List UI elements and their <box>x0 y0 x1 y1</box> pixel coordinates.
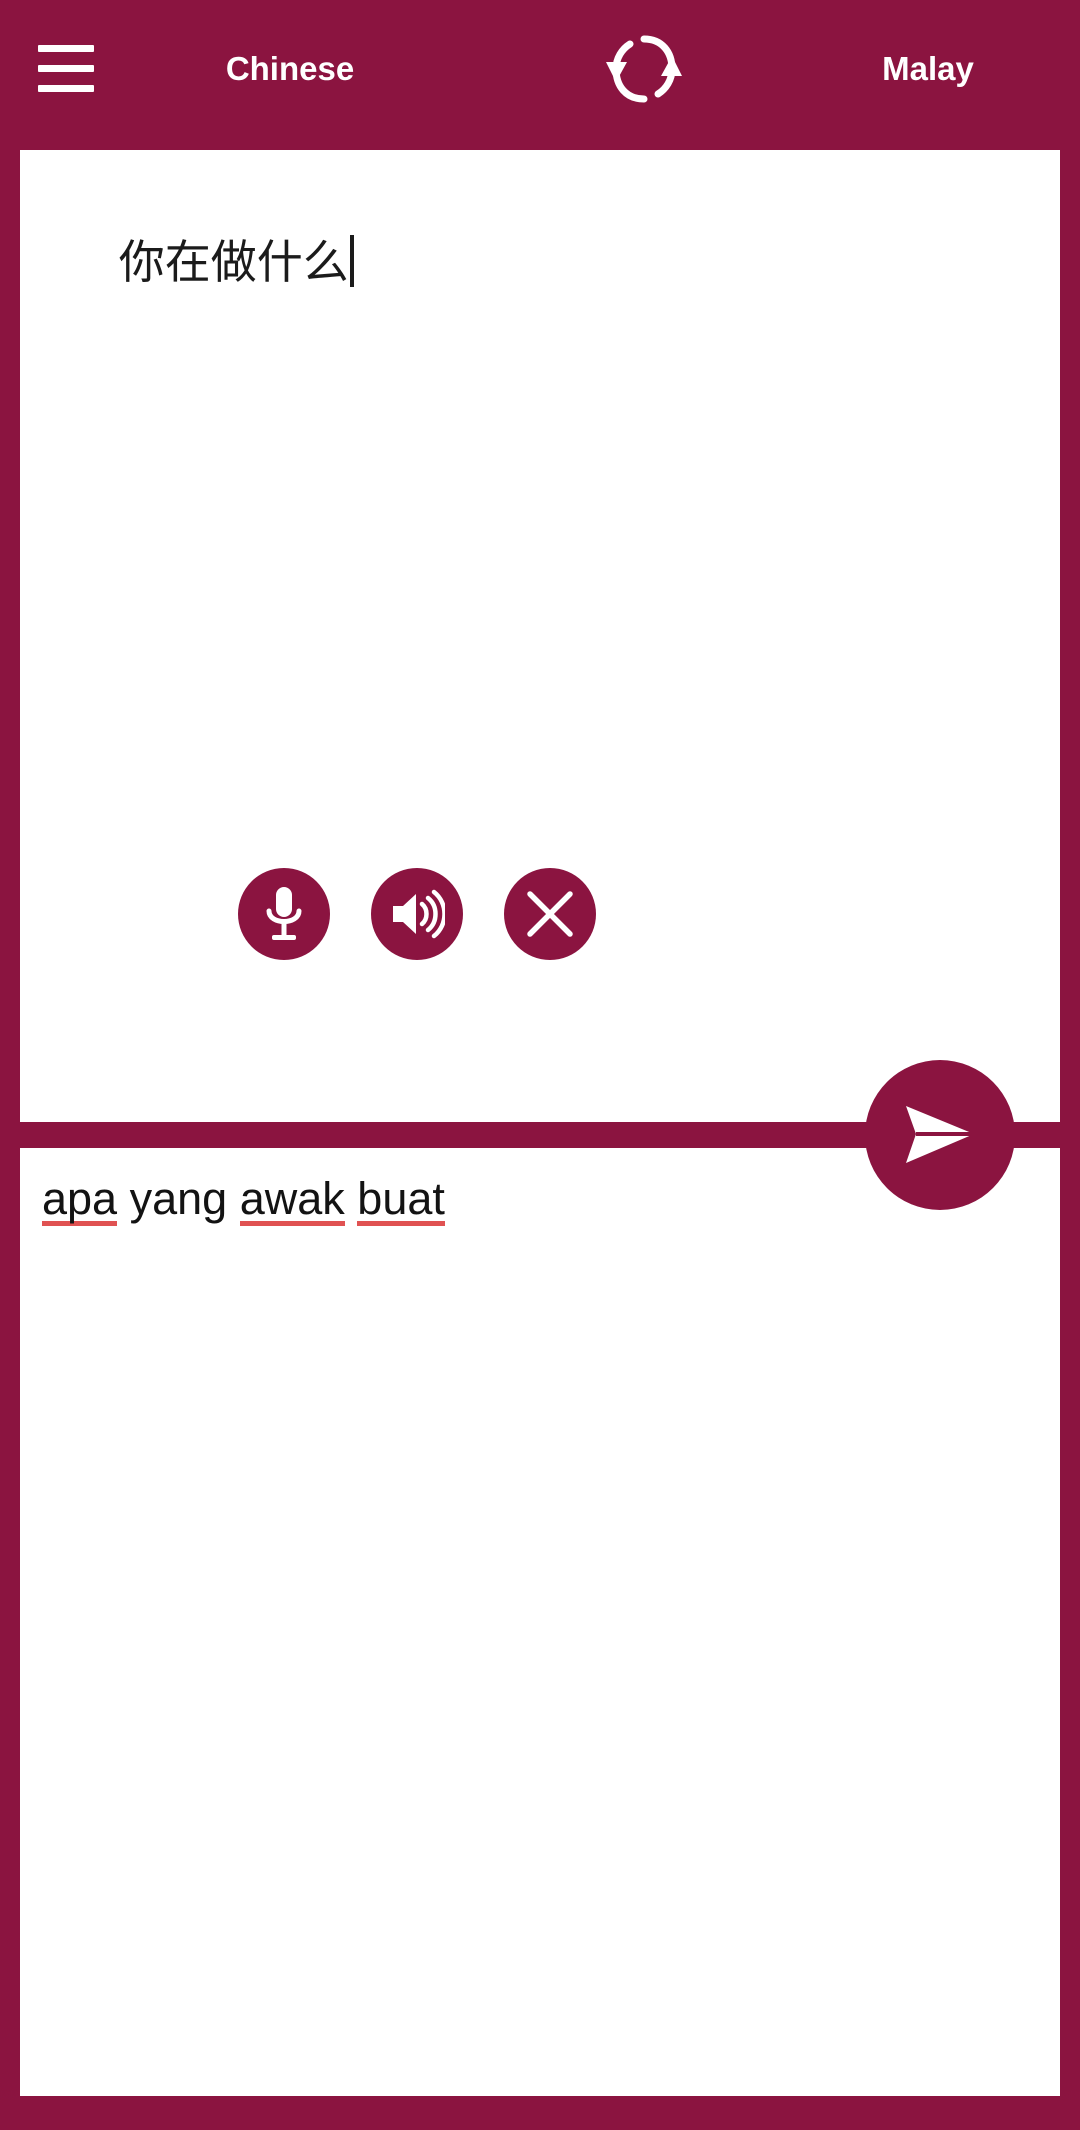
translation-word: buat <box>357 1173 445 1228</box>
target-text-panel[interactable]: apa yang awak buat <box>20 1148 1060 2096</box>
source-text-value: 你在做什么 <box>118 236 349 288</box>
swap-languages-button[interactable] <box>604 30 684 108</box>
source-language-selector[interactable]: Chinese <box>180 0 400 137</box>
speak-source-button[interactable] <box>371 868 463 960</box>
target-language-label: Malay <box>882 49 974 87</box>
translator-app-screen: Chinese Malay 你在做什么 apa yang awak buat <box>0 0 1080 2130</box>
hamburger-menu-button[interactable] <box>22 32 110 104</box>
speaker-icon <box>393 889 445 939</box>
target-language-selector[interactable]: Malay <box>818 0 1038 137</box>
close-icon <box>527 891 573 937</box>
microphone-icon <box>266 887 302 940</box>
source-text-panel[interactable]: 你在做什么 <box>20 150 1060 1122</box>
source-text-input[interactable]: 你在做什么 <box>42 172 1030 352</box>
microphone-button[interactable] <box>238 868 330 960</box>
text-caret <box>349 235 354 287</box>
app-bar: Chinese Malay <box>0 0 1080 137</box>
translation-word: awak <box>239 1173 345 1228</box>
translation-word: yang <box>129 1173 228 1224</box>
send-icon <box>906 1106 974 1163</box>
translation-word: apa <box>42 1173 118 1228</box>
swap-languages-icon <box>606 35 682 103</box>
hamburger-menu-icon <box>38 44 94 52</box>
source-language-label: Chinese <box>225 49 355 87</box>
send-translate-button[interactable] <box>865 1060 1015 1210</box>
hamburger-menu-icon <box>38 64 94 72</box>
clear-text-button[interactable] <box>504 868 596 960</box>
hamburger-menu-icon <box>38 84 94 92</box>
